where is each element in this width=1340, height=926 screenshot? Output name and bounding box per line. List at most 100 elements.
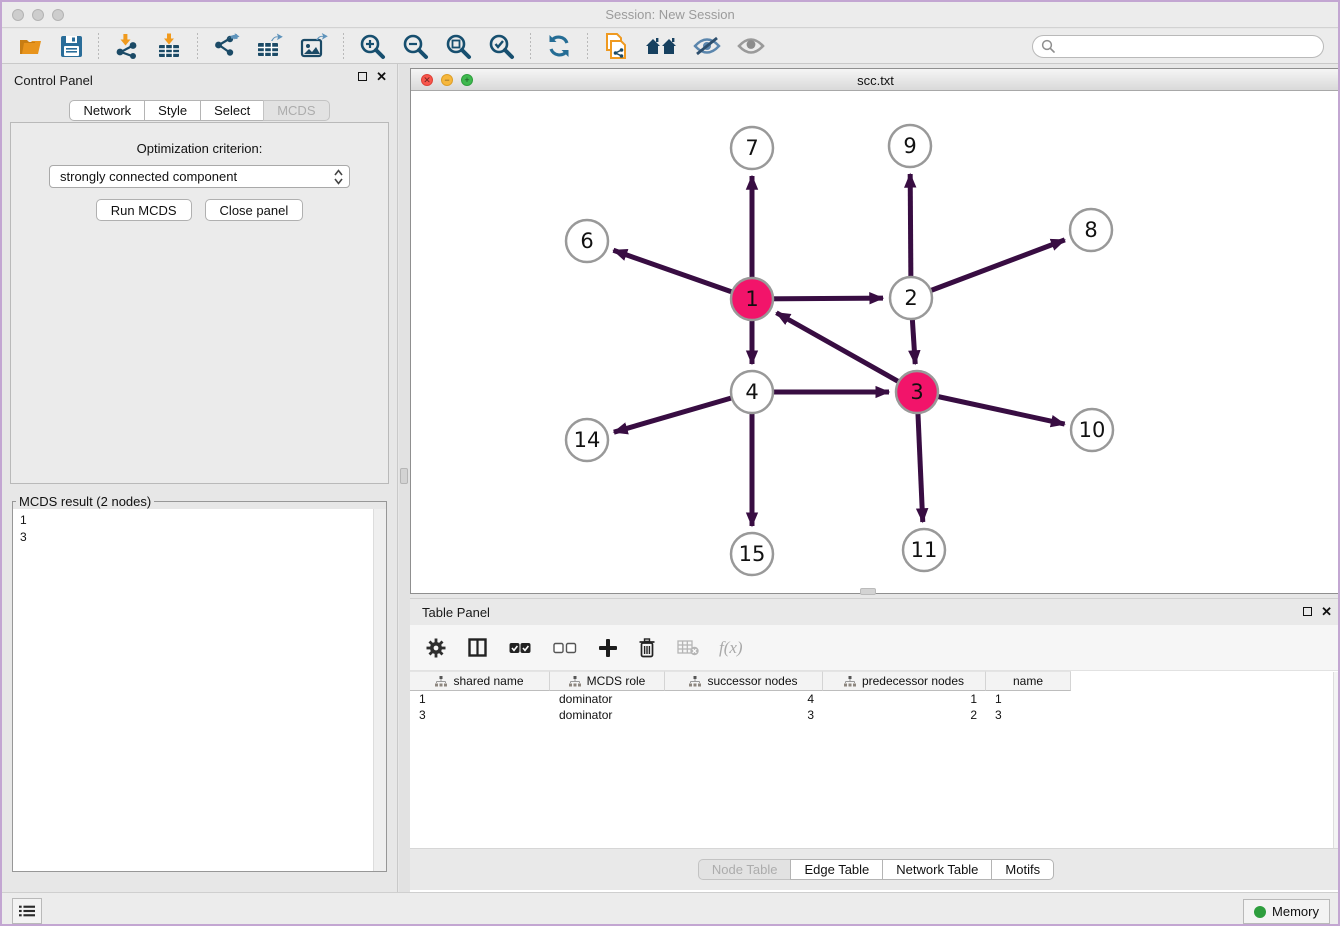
unselect-all-columns-button[interactable] bbox=[551, 640, 579, 656]
select-all-columns-button[interactable] bbox=[507, 640, 533, 656]
first-neighbors-button[interactable] bbox=[598, 30, 634, 62]
import-network-button[interactable] bbox=[109, 30, 145, 62]
svg-text:10: 10 bbox=[1079, 418, 1106, 442]
node-6[interactable]: 6 bbox=[566, 220, 608, 262]
search-field[interactable] bbox=[1032, 35, 1324, 58]
splitter-handle[interactable] bbox=[400, 468, 408, 484]
node-3[interactable]: 3 bbox=[896, 371, 938, 413]
tab-select[interactable]: Select bbox=[200, 100, 264, 121]
node-7[interactable]: 7 bbox=[731, 127, 773, 169]
toolbar-separator bbox=[530, 33, 531, 59]
tab-style[interactable]: Style bbox=[144, 100, 201, 121]
import-network-icon bbox=[114, 33, 140, 59]
table-row[interactable]: 3dominator323 bbox=[410, 707, 1340, 723]
edge-2-8[interactable] bbox=[911, 240, 1065, 298]
export-image-icon bbox=[300, 33, 328, 59]
node-8[interactable]: 8 bbox=[1070, 209, 1112, 251]
zoom-in-button[interactable] bbox=[354, 30, 391, 62]
export-table-icon bbox=[256, 33, 284, 59]
tab-network-table[interactable]: Network Table bbox=[882, 859, 992, 880]
main-toolbar bbox=[2, 29, 1338, 64]
save-session-button[interactable] bbox=[55, 30, 88, 62]
node-2[interactable]: 2 bbox=[890, 277, 932, 319]
svg-text:8: 8 bbox=[1084, 218, 1097, 242]
table-body: 1dominator4113dominator323 bbox=[410, 691, 1340, 723]
column-type-icon bbox=[844, 676, 856, 687]
result-scrollbar[interactable] bbox=[373, 509, 386, 871]
column-header-name[interactable]: name bbox=[986, 671, 1071, 691]
column-label: predecessor nodes bbox=[862, 674, 964, 688]
zoom-selected-icon bbox=[488, 33, 515, 60]
table-panel-title: Table Panel bbox=[422, 605, 490, 620]
zoom-out-button[interactable] bbox=[397, 30, 434, 62]
refresh-layout-button[interactable] bbox=[541, 30, 577, 62]
home-views-button[interactable] bbox=[640, 30, 682, 62]
toolbar-separator bbox=[587, 33, 588, 59]
trash-icon bbox=[639, 638, 655, 658]
node-11[interactable]: 11 bbox=[903, 529, 945, 571]
mcds-result-text[interactable]: 1 3 bbox=[13, 509, 373, 871]
node-1[interactable]: 1 bbox=[731, 278, 773, 320]
tab-motifs[interactable]: Motifs bbox=[991, 859, 1054, 880]
import-table-button[interactable] bbox=[151, 30, 187, 62]
network-canvas[interactable]: 7 9 6 8 1 2 4 3 14 10 15 11 bbox=[411, 91, 1340, 593]
run-mcds-button[interactable]: Run MCDS bbox=[96, 199, 192, 221]
network-window-titlebar[interactable]: ✕ − + scc.txt bbox=[411, 69, 1340, 91]
control-panel-tabs: NetworkStyleSelectMCDS bbox=[2, 100, 397, 121]
node-4[interactable]: 4 bbox=[731, 371, 773, 413]
open-session-button[interactable] bbox=[13, 30, 49, 62]
delete-column-button[interactable] bbox=[637, 636, 657, 660]
table-scrollbar[interactable] bbox=[1333, 672, 1340, 848]
horizontal-splitter-handle[interactable] bbox=[860, 588, 876, 595]
column-header-MCDS-role[interactable]: MCDS role bbox=[550, 671, 665, 691]
close-panel-icon[interactable]: ✕ bbox=[376, 72, 387, 81]
open-folder-icon bbox=[18, 34, 44, 58]
node-14[interactable]: 14 bbox=[566, 419, 608, 461]
search-input[interactable] bbox=[1060, 38, 1315, 54]
first-neighbors-icon bbox=[603, 32, 629, 60]
node-10[interactable]: 10 bbox=[1071, 409, 1113, 451]
delete-table-icon bbox=[677, 640, 699, 656]
float-table-panel-icon[interactable] bbox=[1303, 607, 1312, 616]
node-15[interactable]: 15 bbox=[731, 533, 773, 575]
column-header-predecessor-nodes[interactable]: predecessor nodes bbox=[823, 671, 986, 691]
close-panel-button[interactable]: Close panel bbox=[205, 199, 304, 221]
svg-text:2: 2 bbox=[904, 286, 917, 310]
table-panel: Table Panel ✕ bbox=[410, 598, 1340, 892]
table-row[interactable]: 1dominator411 bbox=[410, 691, 1340, 707]
tab-mcds[interactable]: MCDS bbox=[263, 100, 329, 121]
tab-network[interactable]: Network bbox=[69, 100, 145, 121]
memory-button[interactable]: Memory bbox=[1243, 899, 1330, 924]
create-column-button[interactable] bbox=[597, 637, 619, 659]
function-builder-button[interactable]: f(x) bbox=[719, 638, 743, 658]
export-network-button[interactable] bbox=[208, 30, 245, 62]
zoom-fit-button[interactable] bbox=[440, 30, 477, 62]
export-image-button[interactable] bbox=[295, 30, 333, 62]
node-9[interactable]: 9 bbox=[889, 125, 931, 167]
eye-slash-icon bbox=[693, 35, 721, 57]
edge-3-10[interactable] bbox=[917, 392, 1065, 424]
tab-edge-table[interactable]: Edge Table bbox=[790, 859, 883, 880]
task-history-button[interactable] bbox=[12, 898, 42, 924]
table-panel-header: Table Panel ✕ bbox=[410, 599, 1340, 625]
float-panel-icon[interactable] bbox=[358, 72, 367, 81]
cell-shared-name: 3 bbox=[410, 707, 550, 723]
toolbar-separator bbox=[343, 33, 344, 59]
show-all-button[interactable] bbox=[732, 30, 770, 62]
edge-3-1[interactable] bbox=[776, 313, 917, 392]
show-columns-button[interactable] bbox=[466, 636, 489, 659]
column-header-successor-nodes[interactable]: successor nodes bbox=[665, 671, 823, 691]
criterion-select[interactable]: strongly connected component bbox=[49, 165, 350, 188]
column-header-shared-name[interactable]: shared name bbox=[410, 671, 550, 691]
control-panel: Control Panel ✕ NetworkStyleSelectMCDS O… bbox=[2, 64, 398, 892]
export-table-button[interactable] bbox=[251, 30, 289, 62]
panel-splitter[interactable] bbox=[399, 64, 410, 892]
tab-node-table[interactable]: Node Table bbox=[698, 859, 792, 880]
svg-text:14: 14 bbox=[574, 428, 601, 452]
hide-selected-button[interactable] bbox=[688, 30, 726, 62]
close-table-panel-icon[interactable]: ✕ bbox=[1321, 607, 1332, 616]
zoom-selected-button[interactable] bbox=[483, 30, 520, 62]
table-settings-button[interactable] bbox=[424, 636, 448, 660]
delete-table-button[interactable] bbox=[675, 638, 701, 658]
window-titlebar: Session: New Session bbox=[2, 2, 1338, 28]
